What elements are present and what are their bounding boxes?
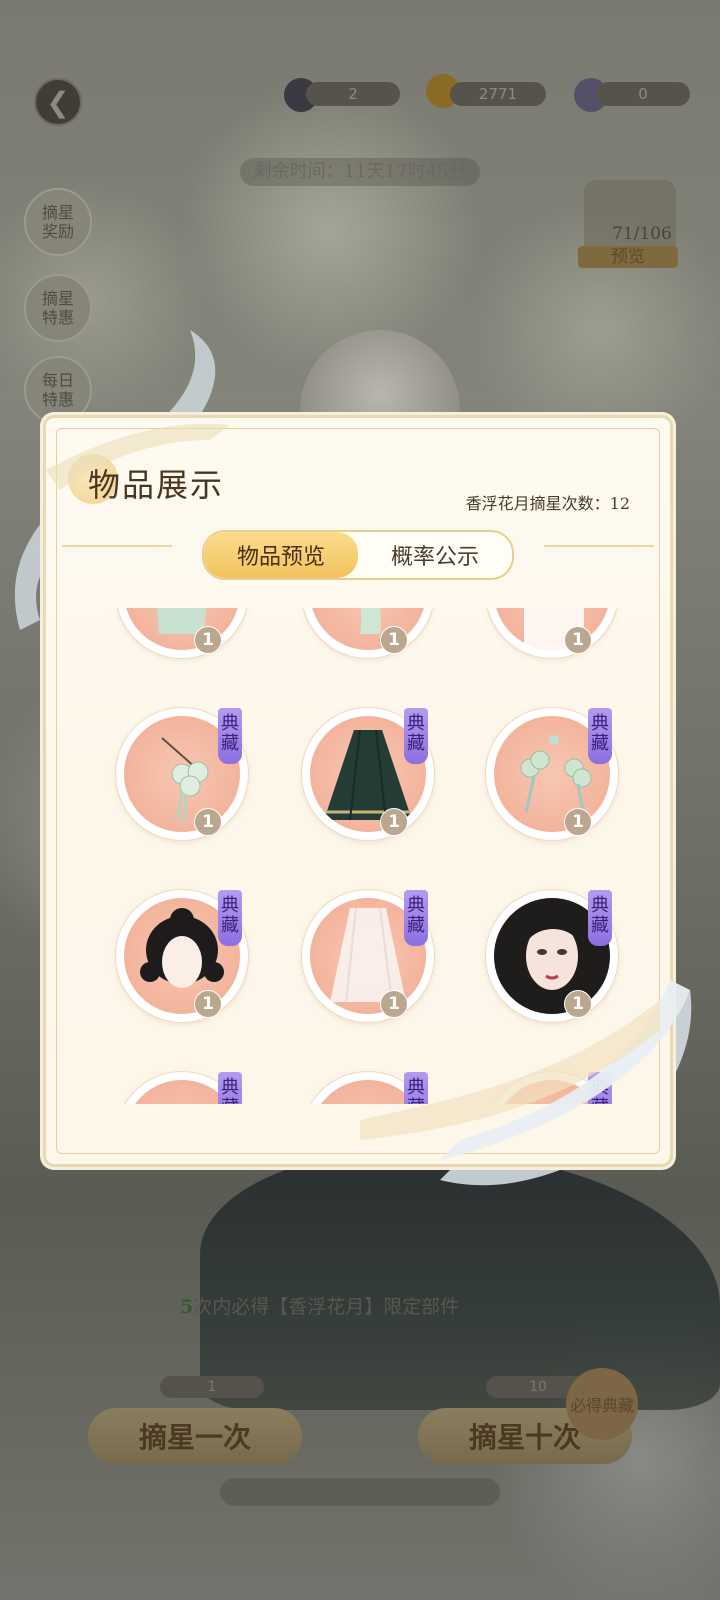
draw-once-button[interactable]: 摘星一次 — [88, 1408, 302, 1464]
footnote-bar — [220, 1478, 500, 1506]
quantity-badge: 1 — [194, 808, 222, 836]
item-card-dark-green-skirt[interactable]: 典藏 1 — [288, 694, 438, 844]
guarantee-number: 5 — [180, 1296, 194, 1318]
collection-tag: 典藏 — [218, 890, 242, 946]
quantity-badge: 1 — [380, 808, 408, 836]
side-button-daily[interactable]: 每日 特惠 — [24, 356, 92, 424]
collection-tag: 典藏 — [588, 1072, 612, 1104]
currency-star: 2 — [306, 82, 400, 106]
tab-divider-left — [62, 545, 172, 547]
currency-gem-value: 0 — [638, 85, 648, 103]
preview-label[interactable]: 预览 — [578, 246, 678, 268]
currency-star-value: 2 — [348, 85, 358, 103]
quantity-badge: 1 — [380, 626, 408, 654]
quantity-badge: 1 — [564, 626, 592, 654]
collection-tag: 典藏 — [588, 890, 612, 946]
item-card-item-11[interactable]: 典藏 — [288, 1058, 438, 1104]
item-card-green-sleeve[interactable]: 1 — [288, 608, 438, 662]
guarantee-text: 5次内必得【香浮花月】限定部件 — [180, 1292, 459, 1319]
collection-tag: 典藏 — [404, 1072, 428, 1104]
draw-count: 香浮花月摘星次数：12 — [466, 490, 630, 514]
item-image — [124, 608, 240, 650]
tab-bar: 物品预览 概率公示 — [202, 530, 514, 580]
side-button-label: 每日 特惠 — [41, 371, 74, 409]
draw-count-value: 12 — [609, 494, 630, 513]
item-card-black-hairstyle[interactable]: 典藏 1 — [102, 876, 252, 1026]
dialog-title: 物品展示 — [88, 466, 225, 504]
tab-item-preview[interactable]: 物品预览 — [204, 532, 358, 578]
item-card-green-outfit[interactable]: 1 — [102, 608, 252, 662]
collection-tag: 典藏 — [404, 708, 428, 764]
single-draw-cost: 1 — [160, 1376, 264, 1398]
currency-gold-value: 2771 — [478, 85, 518, 103]
draw-count-label: 香浮花月摘星次数： — [465, 494, 610, 513]
currency-gold: 2771 — [450, 82, 546, 106]
quantity-badge: 1 — [380, 990, 408, 1018]
item-card-jade-chain[interactable]: 1 — [472, 608, 622, 662]
collection-tag: 典藏 — [588, 708, 612, 764]
quantity-badge: 1 — [194, 990, 222, 1018]
item-card-white-veil[interactable]: 典藏 1 — [288, 876, 438, 1026]
item-display-dialog: 物品展示 香浮花月摘星次数：12 物品预览 概率公示 111典藏1典藏1典藏1典… — [46, 418, 670, 1164]
item-image — [494, 608, 610, 650]
item-card-makeup-face[interactable]: 典藏 1 — [472, 876, 622, 1026]
collection-tag: 典藏 — [218, 708, 242, 764]
guaranteed-collection-seal: 必得典藏 — [566, 1368, 638, 1440]
item-card-flower-hairpin[interactable]: 典藏 1 — [102, 694, 252, 844]
guarantee-desc: 次内必得【香浮花月】限定部件 — [193, 1296, 460, 1318]
item-card-item-10[interactable]: 典藏 — [102, 1058, 252, 1104]
item-image — [310, 608, 426, 650]
item-card-item-12[interactable]: 典藏 — [472, 1058, 622, 1104]
quantity-badge: 1 — [194, 626, 222, 654]
tab-probability[interactable]: 概率公示 — [358, 532, 512, 578]
collection-tag: 典藏 — [404, 890, 428, 946]
quantity-badge: 1 — [564, 990, 592, 1018]
back-arrow-icon: ❮ — [46, 85, 70, 119]
item-grid-viewport[interactable]: 111典藏1典藏1典藏1典藏1典藏1典藏1典藏典藏典藏 — [84, 608, 644, 1104]
side-button-label: 摘星 特惠 — [41, 289, 74, 327]
back-button[interactable]: ❮ — [34, 78, 82, 126]
event-timer: 剩余时间：11天17时45分 — [240, 158, 480, 186]
item-card-floral-hair-ornament[interactable]: 典藏 1 — [472, 694, 622, 844]
tab-divider-right — [544, 545, 654, 547]
preview-count: 71/106 — [612, 224, 672, 244]
currency-gem: 0 — [596, 82, 690, 106]
side-button-deals[interactable]: 摘星 特惠 — [24, 274, 92, 342]
side-button-label: 摘星 奖励 — [41, 203, 74, 241]
collection-tag: 典藏 — [218, 1072, 242, 1104]
side-button-rewards[interactable]: 摘星 奖励 — [24, 188, 92, 256]
quantity-badge: 1 — [564, 808, 592, 836]
